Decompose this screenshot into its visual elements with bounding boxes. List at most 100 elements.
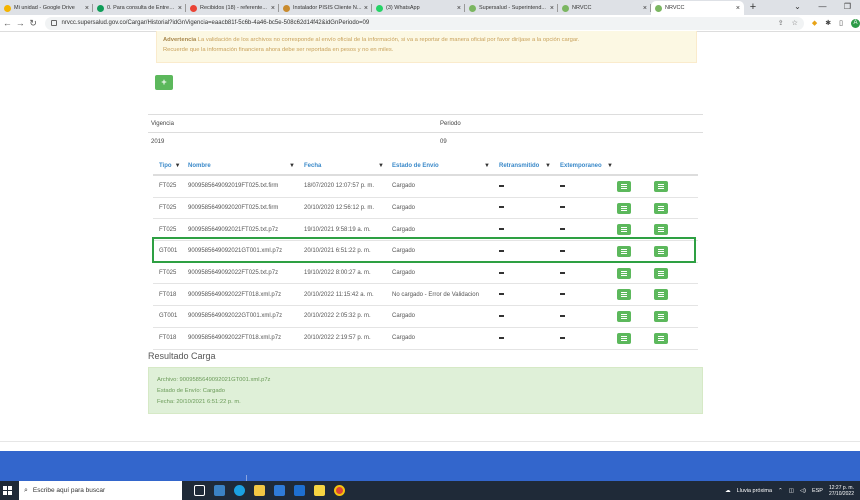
cell-tipo: FT025 (159, 226, 177, 233)
list-icon-button[interactable] (654, 310, 668, 322)
task-view-icon[interactable] (194, 485, 205, 496)
browser-tab[interactable]: Supersalud - Superintend... × (465, 1, 558, 15)
dash-icon (560, 293, 565, 296)
cell-fecha: 19/10/2021 9:58:19 a. m. (304, 226, 371, 233)
cell-extemporaneo (555, 292, 617, 298)
minimize-button[interactable]: — (810, 0, 835, 15)
taskbar-search[interactable]: ⌕ Escribe aquí para buscar (19, 481, 182, 500)
list-icon-button[interactable] (617, 289, 631, 301)
browser-tab[interactable]: NRVCC × (558, 1, 651, 15)
list-icon-button[interactable] (654, 180, 668, 192)
mail-icon[interactable] (294, 485, 305, 496)
browser-tab[interactable]: Instalador PISIS Cliente N... × (279, 1, 372, 15)
header-nombre[interactable]: Nombre (188, 163, 211, 169)
browser-tab[interactable]: Recibidos (18) - referente... × (186, 1, 279, 15)
profile-avatar[interactable]: A (851, 18, 860, 28)
list-icon-button[interactable] (617, 332, 631, 344)
tab-close-icon[interactable]: × (178, 5, 182, 12)
list-icon-button[interactable] (617, 267, 631, 279)
bookmark-star-icon[interactable]: ☆ (792, 19, 798, 27)
filter-icon[interactable]: ▼ (607, 163, 613, 169)
cell-action-log (654, 332, 694, 344)
weather-text[interactable]: Lluvia próxima (737, 488, 772, 494)
alert-line2: Recuerde que la información financiera a… (163, 47, 394, 53)
add-upload-button[interactable]: + (155, 75, 173, 90)
store-icon[interactable] (274, 485, 285, 496)
list-icon-button[interactable] (617, 224, 631, 236)
tab-close-icon[interactable]: × (550, 5, 554, 12)
cell-action-detail (617, 332, 654, 344)
cell-tipo: FT025 (159, 183, 177, 190)
volume-icon[interactable]: ◁) (800, 488, 806, 494)
weather-icon[interactable]: ☁ (725, 488, 731, 494)
tab-favicon-icon (97, 4, 104, 12)
sidepanel-icon[interactable]: ▯ (839, 19, 843, 27)
list-icon-button[interactable] (654, 267, 668, 279)
header-estado[interactable]: Estado de Envío (392, 163, 439, 169)
cell-nombre: 9009585649092020FT025.txt.firm (188, 205, 279, 212)
list-icon-button[interactable] (654, 202, 668, 214)
puzzle-icon[interactable]: ✱ (825, 19, 831, 27)
browser-tab[interactable]: (3) WhatsApp × (372, 1, 465, 15)
edge-icon[interactable] (234, 485, 245, 496)
lock-icon[interactable] (50, 20, 57, 26)
tab-favicon-icon (4, 4, 11, 12)
header-extemporaneo[interactable]: Extemporaneo (560, 163, 602, 169)
list-icon-button[interactable] (654, 332, 668, 344)
table-row: FT018 9009585649092022FT018.xml.p7z 20/10/… (153, 328, 698, 350)
forward-icon[interactable]: → (15, 18, 26, 28)
reload-icon[interactable]: ↻ (28, 18, 39, 29)
header-fecha[interactable]: Fecha (304, 163, 321, 169)
tab-close-icon[interactable]: × (736, 5, 740, 12)
list-icon-button[interactable] (617, 180, 631, 192)
tab-search-icon[interactable]: ⌄ (785, 0, 810, 15)
extension-icon[interactable]: ◆ (812, 19, 817, 27)
taskbar-clock[interactable]: 12:27 p. m. 27/10/2022 (829, 485, 854, 497)
filter-icon[interactable]: ▼ (545, 163, 551, 169)
filter-icon[interactable]: ▼ (175, 163, 181, 169)
tab-close-icon[interactable]: × (271, 5, 275, 12)
tab-favicon-icon (469, 4, 476, 12)
tab-close-icon[interactable]: × (643, 5, 647, 12)
widgets-icon[interactable] (214, 485, 225, 496)
table-row: FT018 9009585649092022FT018.xml.p7z 20/10/… (153, 284, 698, 307)
sticky-notes-icon[interactable] (314, 485, 325, 496)
file-explorer-icon[interactable] (254, 485, 265, 496)
filter-icon[interactable]: ▼ (378, 163, 384, 169)
list-icon-button[interactable] (654, 224, 668, 236)
selected-row-highlight (152, 237, 696, 263)
browser-tab[interactable]: 0. Para consulta de Entreg... × (93, 1, 186, 15)
cell-estado: Cargado (392, 270, 416, 277)
header-retransmitido[interactable]: Retransmitido (499, 163, 539, 169)
url-text[interactable]: nrvcc.supersalud.gov.co/Cargar/Historial… (62, 20, 370, 26)
cell-extemporaneo (555, 205, 617, 211)
tray-chevron-icon[interactable]: ⌃ (778, 488, 783, 494)
share-icon[interactable]: ⇪ (778, 19, 784, 27)
maximize-button[interactable]: ❐ (835, 0, 860, 15)
cell-retransmitido (494, 335, 555, 341)
new-tab-button[interactable]: + (744, 1, 762, 15)
tab-close-icon[interactable]: × (364, 5, 368, 12)
cell-nombre: 9009585649092021FT025.txt.p7z (188, 226, 279, 233)
list-icon-button[interactable] (617, 202, 631, 214)
cell-estado: Cargado (392, 205, 416, 212)
windows-start-icon[interactable] (3, 486, 15, 495)
chrome-icon[interactable] (334, 485, 345, 496)
header-tipo[interactable]: Tipo (159, 163, 172, 169)
list-icon-button[interactable] (617, 310, 631, 322)
dash-icon (560, 184, 565, 187)
browser-tab[interactable]: NRVCC × (651, 1, 744, 15)
cell-retransmitido (494, 270, 555, 276)
browser-tab[interactable]: Mi unidad - Google Drive × (0, 1, 93, 15)
cell-nombre: 9009585649092022FT018.xml.p7z (188, 291, 282, 298)
language-indicator[interactable]: ESP (812, 488, 823, 494)
back-icon[interactable]: ← (2, 18, 13, 28)
network-icon[interactable]: ◫ (789, 488, 794, 494)
resultado-title: Resultado Carga (148, 351, 216, 361)
tab-close-icon[interactable]: × (457, 5, 461, 12)
filter-icon[interactable]: ▼ (484, 163, 490, 169)
list-icon-button[interactable] (654, 289, 668, 301)
tab-close-icon[interactable]: × (85, 5, 89, 12)
filter-icon[interactable]: ▼ (289, 163, 295, 169)
url-bar[interactable]: nrvcc.supersalud.gov.co/Cargar/Historial… (44, 16, 804, 30)
